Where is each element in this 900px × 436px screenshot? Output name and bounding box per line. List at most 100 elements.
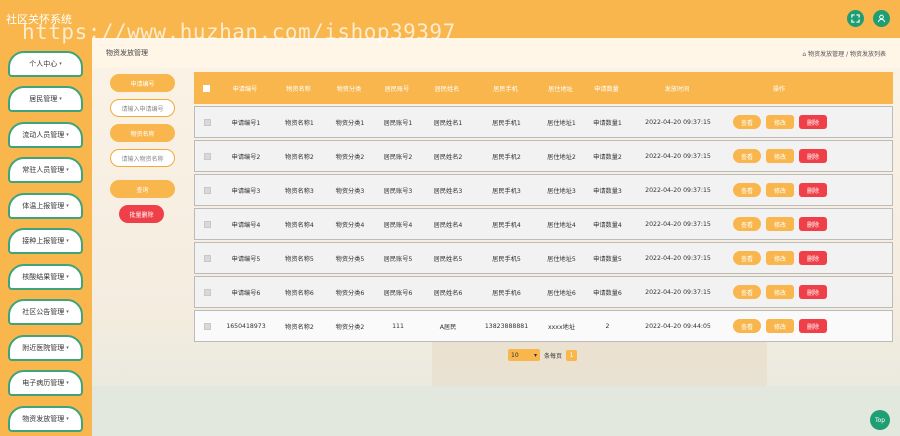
search-button[interactable]: 查询 — [110, 180, 175, 198]
table-cell: 申请编号4 — [231, 221, 261, 229]
back-to-top-button[interactable]: Top — [870, 410, 890, 430]
column-header[interactable]: 申请数量 — [583, 84, 630, 93]
delete-button[interactable]: 删除 — [799, 285, 827, 299]
table-cell: 居住地址1 — [547, 119, 576, 127]
chevron-down-icon: ▾ — [66, 203, 69, 209]
table-cell: 居民账号5 — [383, 255, 413, 263]
view-button[interactable]: 查看 — [733, 183, 761, 197]
bulk-delete-button[interactable]: 批量删除 — [119, 205, 164, 223]
user-icon[interactable] — [873, 10, 890, 27]
view-button[interactable]: 查看 — [733, 115, 761, 129]
table-row: 1650418973 物资名称2 物资分类2 111 A居民 13823888881 xxx… — [194, 310, 893, 342]
breadcrumb: ⌂ 物资发放管理 / 物资发放列表 — [802, 49, 886, 58]
delete-button[interactable]: 删除 — [799, 251, 827, 265]
sidebar-item-community-notice[interactable]: 社区公告管理 ▾ — [8, 299, 83, 325]
table-cell: 居民账号2 — [383, 153, 413, 161]
edit-button[interactable]: 修改 — [766, 149, 794, 163]
table-cell: 申请数量1 — [593, 119, 622, 127]
sidebar-item-nucleic-results[interactable]: 核酸结果管理 ▾ — [8, 264, 83, 290]
sidebar-item-label: 体温上报管理 — [22, 202, 65, 210]
sidebar-item-label: 接种上报管理 — [22, 237, 65, 245]
column-header[interactable]: 居民账号 — [373, 84, 421, 93]
row-checkbox[interactable] — [203, 186, 211, 194]
sidebar-item-nearby-hospitals[interactable]: 附近医院管理 ▾ — [8, 335, 83, 361]
sidebar-item-label: 物资发放管理 — [22, 415, 65, 423]
per-page-label: 条每页 — [544, 352, 563, 360]
table-cell: 居住地址6 — [547, 289, 576, 297]
delete-button[interactable]: 删除 — [799, 217, 827, 231]
table-cell: 申请数量6 — [593, 289, 622, 297]
delete-button[interactable]: 删除 — [799, 149, 827, 163]
column-header[interactable]: 发放时间 — [630, 84, 724, 93]
background-band — [92, 386, 900, 436]
home-icon[interactable]: ⌂ — [802, 51, 806, 58]
table-cell: 申请数量3 — [593, 187, 622, 195]
supply-name-input[interactable]: 请输入物资名称 — [110, 149, 175, 167]
app-title: 社区关怀系统 — [6, 13, 72, 26]
column-header[interactable]: 物资分类 — [325, 84, 373, 93]
row-checkbox[interactable] — [203, 254, 211, 262]
delete-button[interactable]: 删除 — [799, 115, 827, 129]
sidebar-item-personal-center[interactable]: 个人中心 ▾ — [8, 51, 83, 77]
table-row: 申请编号6 物资名称6 物资分类6 居民账号6 居民姓名6 居民手机6 居住地址6 申请数量6… — [194, 276, 893, 308]
view-button[interactable]: 查看 — [733, 149, 761, 163]
page-size-select[interactable]: 10 ▾ — [508, 349, 540, 361]
application-no-input[interactable]: 请输入申请编号 — [110, 99, 175, 117]
sidebar-item-medical-records[interactable]: 电子病历管理 ▾ — [8, 370, 83, 396]
table-cell: 居民姓名3 — [433, 187, 463, 195]
sidebar-item-label: 社区公告管理 — [22, 308, 65, 316]
edit-button[interactable]: 修改 — [766, 285, 794, 299]
table-cell: 2022-04-20 09:44:05 — [645, 322, 711, 330]
chevron-down-icon: ▾ — [66, 416, 69, 422]
table-cell: 居民手机4 — [492, 221, 521, 229]
main-content: 物资发放管理 ⌂ 物资发放管理 / 物资发放列表 申请编号 请输入申请编号 物资… — [92, 38, 900, 436]
table-cell: 居民姓名2 — [433, 153, 463, 161]
column-header[interactable]: 申请编号 — [218, 84, 272, 93]
column-header: 操作 — [772, 85, 786, 93]
edit-button[interactable]: 修改 — [766, 115, 794, 129]
column-header[interactable]: 物资名称 — [272, 84, 325, 93]
delete-button[interactable]: 删除 — [799, 183, 827, 197]
sidebar-item-supply-distribution[interactable]: 物资发放管理 ▾ — [8, 406, 83, 432]
table-cell: 2022-04-20 09:37:15 — [645, 220, 711, 228]
sidebar-item-temperature-report[interactable]: 体温上报管理 ▾ — [8, 193, 83, 219]
view-button[interactable]: 查看 — [733, 285, 761, 299]
row-checkbox[interactable] — [203, 288, 211, 296]
sidebar-item-permanent-residents[interactable]: 常驻人员管理 ▾ — [8, 157, 83, 183]
view-button[interactable]: 查看 — [733, 319, 761, 333]
column-header[interactable]: 居民手机 — [473, 84, 538, 93]
edit-button[interactable]: 修改 — [766, 217, 794, 231]
table-cell: 居民账号6 — [383, 289, 413, 297]
fullscreen-icon[interactable] — [847, 10, 864, 27]
page-number-button[interactable]: 1 — [566, 349, 578, 361]
select-all-checkbox[interactable] — [202, 84, 210, 92]
column-header[interactable]: 居住地址 — [538, 84, 583, 93]
edit-button[interactable]: 修改 — [766, 251, 794, 265]
view-button[interactable]: 查看 — [733, 251, 761, 265]
row-checkbox[interactable] — [203, 152, 211, 160]
table-row: 申请编号5 物资名称5 物资分类5 居民账号5 居民姓名5 居民手机5 居住地址5 申请数量5… — [194, 242, 893, 274]
sidebar-item-residents[interactable]: 居民管理 ▾ — [8, 86, 83, 112]
table-cell: 物资分类2 — [335, 323, 365, 331]
table-cell: 居民手机3 — [492, 187, 521, 195]
row-checkbox[interactable] — [203, 322, 211, 330]
edit-button[interactable]: 修改 — [766, 319, 794, 333]
table-cell: 物资名称2 — [285, 323, 314, 331]
table-cell: 物资分类1 — [335, 119, 365, 127]
sidebar-item-label: 电子病历管理 — [22, 379, 65, 387]
table-cell: 物资名称4 — [285, 221, 314, 229]
table-cell: 居民姓名5 — [433, 255, 463, 263]
row-checkbox[interactable] — [203, 118, 211, 126]
table-cell: 居住地址5 — [547, 255, 576, 263]
sidebar-item-label: 流动人员管理 — [22, 131, 65, 139]
table-cell: 居民账号1 — [383, 119, 413, 127]
sidebar-item-vaccination-report[interactable]: 接种上报管理 ▾ — [8, 228, 83, 254]
delete-button[interactable]: 删除 — [799, 319, 827, 333]
row-checkbox[interactable] — [203, 220, 211, 228]
table-cell: 物资名称6 — [285, 289, 314, 297]
chevron-down-icon: ▾ — [59, 96, 62, 102]
sidebar-item-floating-population[interactable]: 流动人员管理 ▾ — [8, 122, 83, 148]
view-button[interactable]: 查看 — [733, 217, 761, 231]
edit-button[interactable]: 修改 — [766, 183, 794, 197]
column-header[interactable]: 居民姓名 — [421, 84, 473, 93]
